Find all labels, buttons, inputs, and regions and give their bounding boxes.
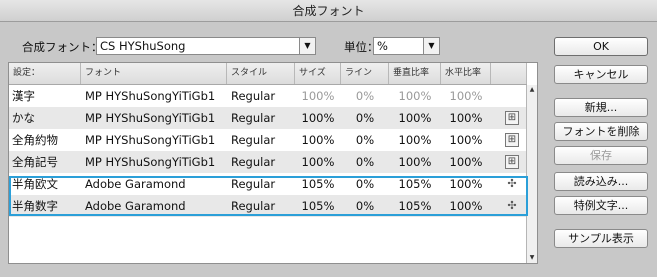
exceptions-button[interactable]: 特例文字... (554, 196, 648, 215)
composite-font-label: 合成フォント： (22, 40, 103, 54)
column-header-setting[interactable]: 設定： (9, 63, 81, 84)
cell-setting: 漢字 (12, 89, 35, 103)
cell-vscale: 100% (398, 133, 432, 147)
cell-hscale: 100% (449, 177, 483, 191)
cell-hscale: 100% (449, 89, 483, 103)
cell-size: 100% (301, 155, 335, 169)
cell-size: 100% (301, 111, 335, 125)
sample-button[interactable]: サンプル表示 (554, 229, 648, 248)
cell-font: MP HYShuSongYiTiGb1 (85, 111, 216, 125)
column-header-size[interactable]: サイズ (295, 63, 341, 84)
cell-setting: 全角記号 (12, 155, 58, 169)
table-row[interactable]: 全角記号 MP HYShuSongYiTiGb1 Regular 100% 0% 100%… (9, 151, 527, 173)
scroll-up-icon[interactable]: ▲ (527, 85, 537, 95)
cell-style: Regular (231, 111, 276, 125)
dialog-title: 合成フォント (0, 0, 657, 22)
cell-size: 100% (301, 133, 335, 147)
cell-size: 105% (301, 199, 335, 213)
table-row[interactable]: 漢字 MP HYShuSongYiTiGb1 Regular 100% 0% 100% 10… (9, 85, 527, 107)
move-icon[interactable]: ✣ (505, 199, 519, 213)
cell-font: MP HYShuSongYiTiGb1 (85, 89, 216, 103)
ok-button[interactable]: OK (554, 37, 648, 56)
cell-vscale: 100% (398, 155, 432, 169)
table-row[interactable]: 全角約物 MP HYShuSongYiTiGb1 Regular 100% 0% 100%… (9, 129, 527, 151)
cell-setting: 半角数字 (12, 199, 58, 213)
cell-size: 100% (301, 89, 335, 103)
chevron-down-icon: ▼ (423, 38, 439, 54)
cell-style: Regular (231, 89, 276, 103)
cell-line: 0% (355, 199, 375, 213)
grid-icon[interactable]: ⊞ (505, 155, 519, 169)
composite-font-table: 設定： フォント スタイル サイズ ライン 垂直比率 水平比率 漢字 MP HYS… (8, 62, 538, 264)
table-row[interactable]: かな MP HYShuSongYiTiGb1 Regular 100% 0% 100% 10… (9, 107, 527, 129)
cell-style: Regular (231, 155, 276, 169)
table-row[interactable]: 半角数字 Adobe Garamond Regular 105% 0% 105% 100% ✣ (9, 195, 527, 217)
cell-line: 0% (355, 111, 375, 125)
cell-setting: かな (12, 111, 35, 125)
grid-icon[interactable]: ⊞ (505, 133, 519, 147)
chevron-down-icon: ▼ (299, 38, 315, 54)
column-header-line[interactable]: ライン (341, 63, 389, 84)
grid-icon[interactable]: ⊞ (505, 111, 519, 125)
cell-font: MP HYShuSongYiTiGb1 (85, 133, 216, 147)
column-header-icon (491, 63, 527, 84)
save-button[interactable]: 保存 (554, 146, 648, 165)
composite-font-select[interactable]: CS HYShuSong ▼ (96, 37, 316, 55)
column-header-font[interactable]: フォント (81, 63, 227, 84)
scroll-down-icon[interactable]: ▼ (527, 253, 537, 263)
cell-line: 0% (355, 177, 375, 191)
column-header-vscale[interactable]: 垂直比率 (389, 63, 441, 84)
cell-hscale: 100% (449, 155, 483, 169)
cell-font: Adobe Garamond (85, 177, 186, 191)
composite-font-value: CS HYShuSong (100, 39, 186, 53)
cell-style: Regular (231, 199, 276, 213)
cell-setting: 全角約物 (12, 133, 58, 147)
cell-vscale: 105% (398, 177, 432, 191)
cell-hscale: 100% (449, 133, 483, 147)
cell-style: Regular (231, 133, 276, 147)
new-button[interactable]: 新規... (554, 98, 648, 117)
cell-font: MP HYShuSongYiTiGb1 (85, 155, 216, 169)
cell-style: Regular (231, 177, 276, 191)
cell-font: Adobe Garamond (85, 199, 186, 213)
cell-vscale: 100% (398, 111, 432, 125)
table-row[interactable]: 半角欧文 Adobe Garamond Regular 105% 0% 105% 100% ✣ (9, 173, 527, 195)
cancel-button[interactable]: キャンセル (554, 65, 648, 84)
cell-size: 105% (301, 177, 335, 191)
cell-vscale: 105% (398, 199, 432, 213)
table-header: 設定： フォント スタイル サイズ ライン 垂直比率 水平比率 (9, 63, 527, 85)
cell-line: 0% (355, 133, 375, 147)
unit-value: % (377, 39, 388, 53)
cell-line: 0% (355, 155, 375, 169)
cell-hscale: 100% (449, 111, 483, 125)
move-icon[interactable]: ✣ (505, 177, 519, 191)
cell-setting: 半角欧文 (12, 177, 58, 191)
unit-select[interactable]: % ▼ (373, 37, 440, 55)
cell-hscale: 100% (449, 199, 483, 213)
column-header-hscale[interactable]: 水平比率 (441, 63, 491, 84)
load-button[interactable]: 読み込み... (554, 172, 648, 191)
column-header-style[interactable]: スタイル (227, 63, 295, 84)
delete-font-button[interactable]: フォントを削除 (554, 122, 648, 141)
cell-line: 0% (355, 89, 375, 103)
table-scrollbar[interactable]: ▲ ▼ (526, 85, 537, 263)
cell-vscale: 100% (398, 89, 432, 103)
